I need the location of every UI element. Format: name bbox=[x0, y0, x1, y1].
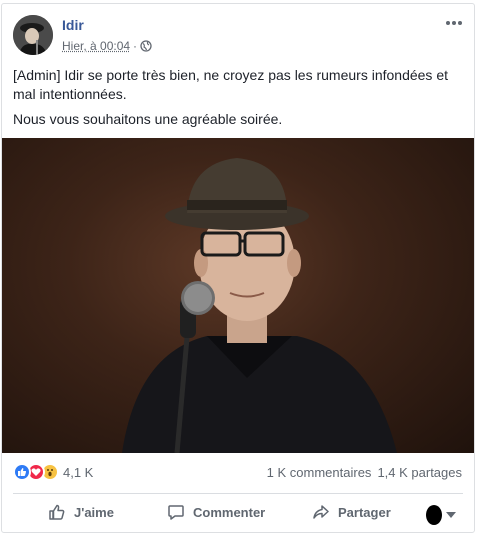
share-count[interactable]: 1,4 K partages bbox=[377, 465, 462, 480]
like-reaction-icon bbox=[13, 463, 31, 481]
post-stats: 1 K commentaires 1,4 K partages bbox=[267, 465, 462, 480]
share-label: Partager bbox=[338, 504, 391, 520]
comment-label: Commenter bbox=[193, 504, 266, 520]
action-bar: J'aime Commenter Partager bbox=[2, 497, 474, 529]
dot bbox=[452, 21, 456, 25]
dot bbox=[458, 21, 462, 25]
like-label: J'aime bbox=[74, 504, 114, 520]
post-text-paragraph-1: [Admin] Idir se porte très bien, ne croy… bbox=[13, 67, 448, 102]
globe-icon[interactable] bbox=[140, 40, 152, 52]
post-text: [Admin] Idir se porte très bien, ne croy… bbox=[13, 66, 465, 135]
divider bbox=[13, 493, 463, 494]
chevron-down-icon bbox=[446, 512, 456, 518]
user-avatar bbox=[426, 505, 442, 525]
post-card: Idir Hier, à 00:04 · [Admin] Idir se por… bbox=[1, 3, 475, 533]
comment-button[interactable]: Commenter bbox=[167, 503, 265, 521]
reaction-count: 4,1 K bbox=[63, 464, 94, 480]
post-photo[interactable] bbox=[2, 138, 474, 453]
author-name[interactable]: Idir bbox=[62, 17, 84, 33]
heart-icon bbox=[31, 468, 41, 476]
comment-icon bbox=[168, 505, 184, 520]
meta-separator: · bbox=[133, 39, 138, 53]
like-icon bbox=[49, 504, 65, 520]
avatar-image bbox=[13, 15, 53, 55]
post-text-paragraph-2: Nous vous souhaitons une agréable soirée… bbox=[13, 111, 283, 127]
share-button[interactable]: Partager bbox=[312, 503, 391, 521]
photo-image bbox=[122, 158, 397, 453]
share-icon bbox=[313, 505, 329, 519]
audience-selector[interactable] bbox=[426, 505, 456, 525]
author-avatar[interactable] bbox=[13, 15, 53, 55]
dot bbox=[446, 21, 450, 25]
thumb-icon bbox=[18, 468, 27, 476]
like-button[interactable]: J'aime bbox=[48, 503, 114, 521]
wow-face-icon bbox=[47, 469, 53, 477]
more-options-icon[interactable] bbox=[444, 15, 464, 31]
post-meta: Hier, à 00:04 · bbox=[62, 39, 152, 53]
post-timestamp[interactable]: Hier, à 00:04 bbox=[62, 39, 130, 53]
reaction-summary[interactable]: 4,1 K bbox=[13, 463, 93, 481]
comment-count[interactable]: 1 K commentaires bbox=[267, 465, 372, 480]
